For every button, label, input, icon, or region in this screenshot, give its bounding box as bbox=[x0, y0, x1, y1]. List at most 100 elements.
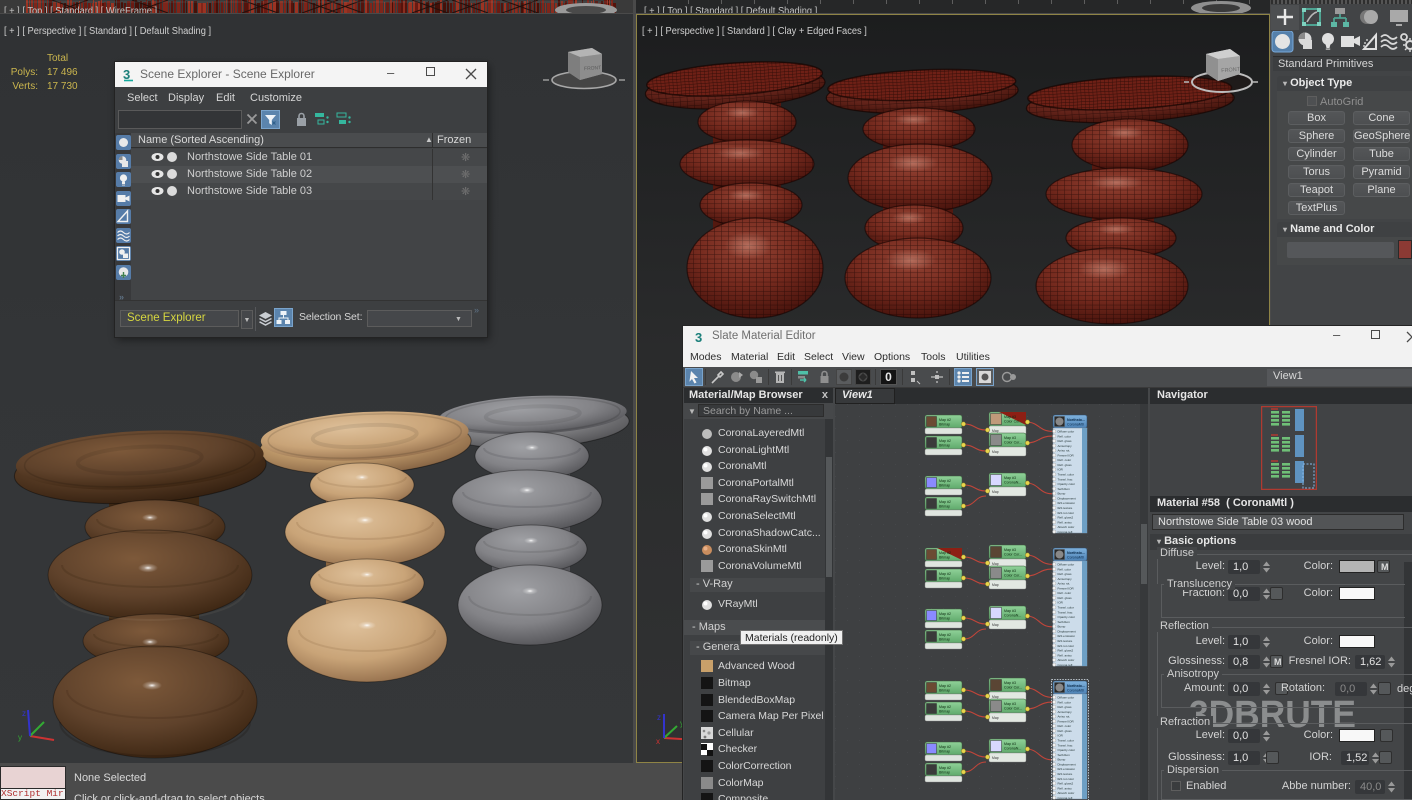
svg-text:Bitmap: Bitmap bbox=[939, 556, 950, 560]
svg-text:Transl. frac: Transl. frac bbox=[1058, 743, 1073, 747]
svg-text:Map: Map bbox=[992, 450, 999, 454]
svg-text:Bitmap: Bitmap bbox=[939, 577, 950, 581]
svg-text:Bitmap: Bitmap bbox=[939, 710, 950, 714]
svg-text:Fresnel IOR: Fresnel IOR bbox=[1058, 453, 1075, 457]
svg-text:Bump: Bump bbox=[1058, 625, 1066, 629]
svg-text:Bitmap: Bitmap bbox=[939, 617, 950, 621]
svg-text:Anisotropy: Anisotropy bbox=[1058, 444, 1073, 448]
svg-text:Diffuse color: Diffuse color bbox=[1058, 696, 1075, 700]
svg-text:Fresnel IOR: Fresnel IOR bbox=[1058, 719, 1075, 723]
svg-text:Map #3: Map #3 bbox=[1004, 609, 1016, 613]
svg-text:Diffuse color: Diffuse color bbox=[1058, 563, 1075, 567]
svg-text:CoronaN...: CoronaN... bbox=[1004, 747, 1021, 751]
svg-text:Refl. color: Refl. color bbox=[1058, 434, 1072, 438]
svg-text:Refl. aniso: Refl. aniso bbox=[1058, 653, 1073, 657]
svg-text:Refl. gloss: Refl. gloss bbox=[1058, 572, 1073, 576]
svg-text:IES emission: IES emission bbox=[1058, 767, 1076, 771]
svg-text:Absorb color: Absorb color bbox=[1058, 658, 1075, 662]
svg-text:Fresnel IOR: Fresnel IOR bbox=[1058, 586, 1075, 590]
svg-text:Color Cor...: Color Cor... bbox=[1004, 686, 1022, 690]
svg-text:Aniso rot.: Aniso rot. bbox=[1058, 449, 1071, 453]
svg-text:Map: Map bbox=[992, 716, 999, 720]
svg-text:Refl. aniso: Refl. aniso bbox=[1058, 786, 1073, 790]
svg-text:Refl. gloss: Refl. gloss bbox=[1058, 705, 1073, 709]
svg-text:Bitmap: Bitmap bbox=[939, 423, 950, 427]
svg-text:Bitmap: Bitmap bbox=[939, 689, 950, 693]
svg-text:Map #2: Map #2 bbox=[939, 551, 951, 555]
svg-text:Opacity color: Opacity color bbox=[1058, 482, 1076, 486]
svg-text:Corona refl: Corona refl bbox=[1058, 663, 1073, 667]
svg-text:Map #3: Map #3 bbox=[1004, 548, 1016, 552]
svg-text:Bitmap: Bitmap bbox=[939, 444, 950, 448]
svg-text:Map #2: Map #2 bbox=[939, 439, 951, 443]
svg-text:Map: Map bbox=[992, 695, 999, 699]
svg-text:3: 3 bbox=[695, 330, 702, 345]
svg-text:Refr. color: Refr. color bbox=[1058, 458, 1072, 462]
svg-text:Diffuse color: Diffuse color bbox=[1058, 430, 1075, 434]
svg-text:Northsto...: Northsto... bbox=[1067, 684, 1085, 688]
svg-text:IOR: IOR bbox=[1058, 601, 1064, 605]
svg-text:IES rot color: IES rot color bbox=[1058, 511, 1075, 515]
svg-text:Map #2: Map #2 bbox=[939, 766, 951, 770]
svg-text:IES emission: IES emission bbox=[1058, 501, 1076, 505]
svg-text:Color Cor...: Color Cor... bbox=[1004, 707, 1022, 711]
svg-text:Anisotropy: Anisotropy bbox=[1058, 710, 1073, 714]
svg-text:IES texture: IES texture bbox=[1058, 772, 1073, 776]
svg-text:Color Cor...: Color Cor... bbox=[1004, 441, 1022, 445]
svg-text:Map #3: Map #3 bbox=[1004, 415, 1016, 419]
svg-text:Self-illum: Self-illum bbox=[1058, 487, 1071, 491]
svg-text:IOR: IOR bbox=[1058, 734, 1064, 738]
svg-text:Transl. color: Transl. color bbox=[1058, 606, 1074, 610]
svg-text:Refr. gloss: Refr. gloss bbox=[1058, 729, 1073, 733]
svg-text:Opacity color: Opacity color bbox=[1058, 615, 1076, 619]
svg-text:Bump: Bump bbox=[1058, 492, 1066, 496]
svg-text:Transl. color: Transl. color bbox=[1058, 739, 1074, 743]
svg-text:Absorb color: Absorb color bbox=[1058, 525, 1075, 529]
svg-text:Map #2: Map #2 bbox=[939, 418, 951, 422]
svg-text:Map: Map bbox=[992, 756, 999, 760]
svg-text:Bump: Bump bbox=[1058, 758, 1066, 762]
svg-text:Aniso rot.: Aniso rot. bbox=[1058, 715, 1071, 719]
svg-text:y: y bbox=[18, 733, 22, 742]
svg-text:Absorb color: Absorb color bbox=[1058, 791, 1075, 795]
svg-text:Bitmap: Bitmap bbox=[939, 771, 950, 775]
svg-text:Color Cor...: Color Cor... bbox=[1004, 574, 1022, 578]
svg-text:Refl. color: Refl. color bbox=[1058, 567, 1072, 571]
svg-text:CoronaMtl: CoronaMtl bbox=[1067, 423, 1084, 427]
svg-text:Refr. color: Refr. color bbox=[1058, 724, 1072, 728]
svg-text:Displacement: Displacement bbox=[1058, 629, 1076, 633]
svg-text:Refl. gloss2: Refl. gloss2 bbox=[1058, 649, 1074, 653]
svg-text:IES texture: IES texture bbox=[1058, 506, 1073, 510]
svg-text:Opacity color: Opacity color bbox=[1058, 748, 1076, 752]
svg-text:z: z bbox=[22, 709, 26, 718]
svg-text:Transl. frac: Transl. frac bbox=[1058, 477, 1073, 481]
svg-text:Aniso rot.: Aniso rot. bbox=[1058, 582, 1071, 586]
svg-text:Map #3: Map #3 bbox=[1004, 436, 1016, 440]
svg-text:Map #3: Map #3 bbox=[1004, 476, 1016, 480]
svg-text:Map #2: Map #2 bbox=[939, 633, 951, 637]
svg-text:Refl. gloss: Refl. gloss bbox=[1058, 439, 1073, 443]
svg-text:z: z bbox=[657, 713, 661, 722]
svg-text:Map #2: Map #2 bbox=[939, 705, 951, 709]
svg-text:Color Cor...: Color Cor... bbox=[1004, 420, 1022, 424]
svg-text:Map: Map bbox=[992, 490, 999, 494]
svg-text:Corona refl: Corona refl bbox=[1058, 796, 1073, 800]
svg-text:IES emission: IES emission bbox=[1058, 634, 1076, 638]
svg-text:IES texture: IES texture bbox=[1058, 639, 1073, 643]
svg-text:FRONT: FRONT bbox=[584, 65, 602, 72]
svg-text:Self-illum: Self-illum bbox=[1058, 620, 1071, 624]
svg-text:Map: Map bbox=[992, 623, 999, 627]
svg-text:Color Cor...: Color Cor... bbox=[1004, 553, 1022, 557]
svg-text:CoronaN...: CoronaN... bbox=[1004, 481, 1021, 485]
svg-text:Self-illum: Self-illum bbox=[1058, 753, 1071, 757]
svg-text:Northsto...: Northsto... bbox=[1067, 551, 1085, 555]
svg-text:Map: Map bbox=[992, 429, 999, 433]
svg-text:Refl. gloss2: Refl. gloss2 bbox=[1058, 782, 1074, 786]
svg-text:Refl. aniso: Refl. aniso bbox=[1058, 520, 1073, 524]
svg-text:Displacement: Displacement bbox=[1058, 762, 1076, 766]
svg-text:Map #3: Map #3 bbox=[1004, 702, 1016, 706]
svg-text:Bitmap: Bitmap bbox=[939, 638, 950, 642]
svg-text:CoronaN...: CoronaN... bbox=[1004, 614, 1021, 618]
svg-text:Map #2: Map #2 bbox=[939, 745, 951, 749]
svg-text:CoronaMtl: CoronaMtl bbox=[1067, 689, 1084, 693]
